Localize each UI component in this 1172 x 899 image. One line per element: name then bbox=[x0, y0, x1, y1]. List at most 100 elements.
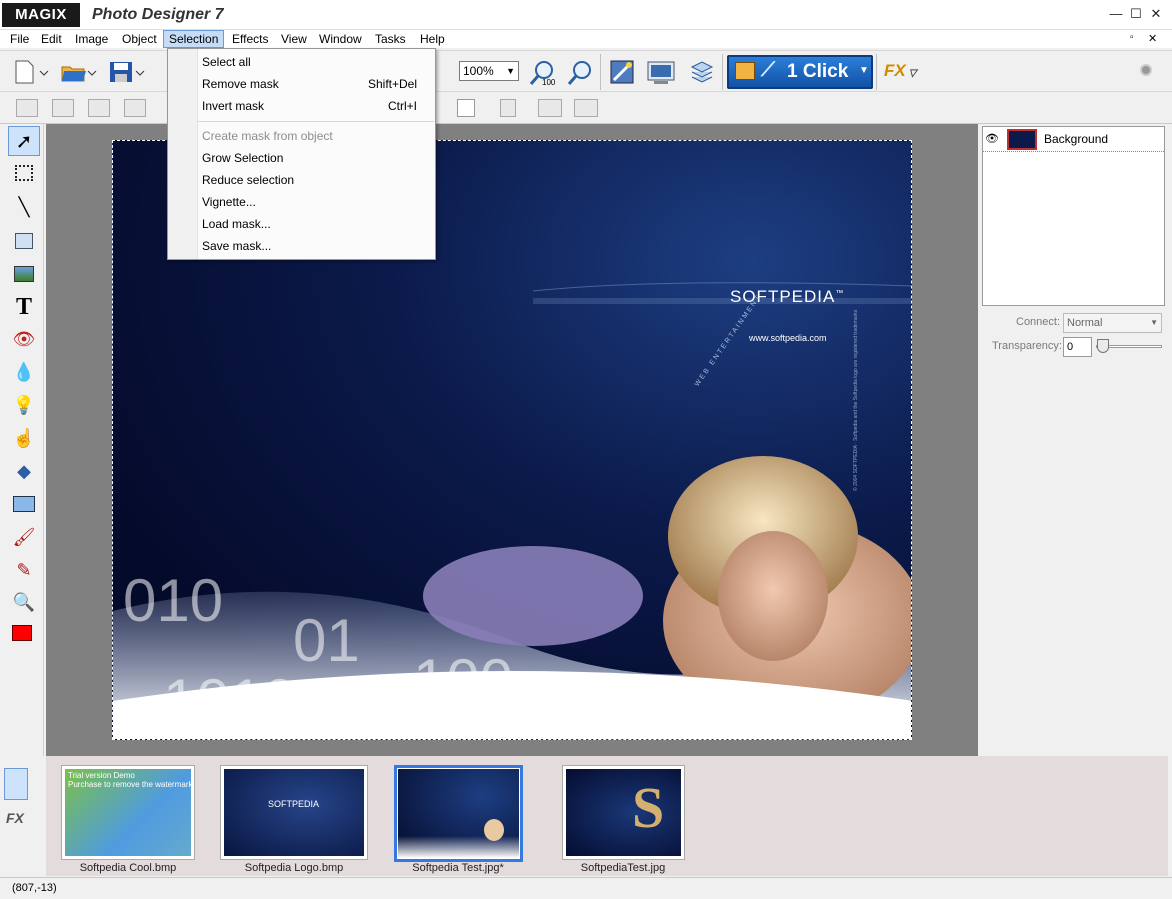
drop-tool[interactable]: 💧 bbox=[8, 357, 40, 387]
connect-label: Connect: bbox=[1016, 316, 1061, 328]
zoom-100-icon[interactable]: 100 bbox=[528, 59, 556, 87]
menu-view[interactable]: View bbox=[276, 30, 312, 48]
menu-item-reduce-selection[interactable]: Reduce selection bbox=[168, 169, 435, 191]
clone-tool[interactable] bbox=[8, 226, 40, 256]
toolbar-separator bbox=[600, 54, 601, 90]
object-tool-2-icon[interactable] bbox=[52, 99, 74, 117]
status-indicator-icon[interactable] bbox=[1140, 64, 1152, 76]
marquee-icon bbox=[15, 165, 33, 181]
magnifier-icon: 🔍 bbox=[12, 591, 36, 612]
menu-item-load-mask[interactable]: Load mask... bbox=[168, 213, 435, 235]
red-eye-tool[interactable]: 👁 bbox=[8, 324, 40, 354]
pointer-tool[interactable]: ➚ bbox=[8, 126, 40, 156]
maximize-button[interactable]: ☐ bbox=[1128, 6, 1144, 22]
menu-item-shortcut: Shift+Del bbox=[367, 77, 417, 91]
text-tool[interactable]: T bbox=[8, 292, 40, 322]
thumbnail-4[interactable]: S bbox=[562, 765, 685, 860]
menu-item-label: Save mask... bbox=[202, 239, 272, 253]
paint-bucket-icon: ◆ bbox=[17, 460, 31, 481]
light-tool[interactable]: 💡 bbox=[8, 390, 40, 420]
arrow-pointer-icon: ➚ bbox=[15, 130, 33, 153]
menu-item-invert-mask[interactable]: Invert mask Ctrl+I bbox=[168, 95, 435, 117]
monitor-icon[interactable] bbox=[646, 58, 676, 86]
send-backward-icon[interactable] bbox=[574, 99, 598, 117]
scan-wand-icon[interactable] bbox=[608, 58, 636, 86]
menu-item-label: Grow Selection bbox=[202, 151, 284, 165]
menu-effects[interactable]: Effects bbox=[227, 30, 273, 48]
fill-tool[interactable]: ◆ bbox=[8, 456, 40, 486]
layers-stack-icon[interactable] bbox=[688, 58, 716, 86]
transparency-slider-handle[interactable] bbox=[1097, 339, 1109, 353]
picture-icon bbox=[14, 266, 34, 282]
menu-edit[interactable]: Edit bbox=[36, 30, 67, 48]
eyedropper-tool[interactable]: ✎ bbox=[8, 555, 40, 585]
menu-tasks[interactable]: Tasks bbox=[370, 30, 411, 48]
clone-stamp-icon bbox=[15, 233, 33, 249]
selection-menu-dropdown: Select all Remove mask Shift+Del Invert … bbox=[167, 48, 436, 260]
object-tool-1-icon[interactable] bbox=[16, 99, 38, 117]
menu-item-label: Invert mask bbox=[202, 99, 265, 113]
thumbnail-3-figure bbox=[484, 819, 504, 841]
svg-text:100: 100 bbox=[542, 78, 556, 87]
thumbnail-3[interactable] bbox=[394, 765, 523, 862]
close-doc-button[interactable]: ✕ bbox=[1148, 32, 1157, 45]
finger-smudge-icon: ☝ bbox=[12, 427, 36, 448]
thumbnail-2-text: SOFTPEDIA bbox=[268, 799, 320, 809]
canvas-side-text: © 2004 SOFTPEDIA · Softpedia and the Sof… bbox=[853, 309, 859, 491]
lock-icon[interactable] bbox=[500, 99, 516, 117]
restore-doc-button[interactable]: ▫ bbox=[1130, 32, 1134, 43]
menu-item-label: Select all bbox=[202, 55, 251, 69]
fx-small-icon[interactable]: FX bbox=[6, 810, 24, 826]
selection-tool[interactable] bbox=[8, 158, 40, 188]
menu-file[interactable]: File bbox=[5, 30, 34, 48]
smudge-tool[interactable]: ☝ bbox=[8, 423, 40, 453]
close-button[interactable]: ✕ bbox=[1148, 6, 1164, 22]
object-tool-4-icon[interactable] bbox=[124, 99, 146, 117]
menu-item-select-all[interactable]: Select all bbox=[168, 51, 435, 73]
rectangle-tool[interactable] bbox=[8, 489, 40, 519]
object-tool-3-icon[interactable] bbox=[88, 99, 110, 117]
menu-image[interactable]: Image bbox=[70, 30, 113, 48]
open-folder-icon[interactable] bbox=[60, 59, 100, 85]
connect-value: Normal bbox=[1067, 317, 1103, 329]
menu-item-vignette[interactable]: Vignette... bbox=[168, 191, 435, 213]
visibility-eye-icon[interactable]: 👁 bbox=[985, 132, 999, 145]
zoom-select[interactable]: 100% ▼ bbox=[459, 61, 519, 81]
status-bar: (807,-13) bbox=[0, 877, 1172, 899]
connect-select[interactable]: Normal ▼ bbox=[1063, 313, 1162, 333]
layer-row[interactable]: 👁 Background bbox=[983, 127, 1164, 152]
menu-item-save-mask[interactable]: Save mask... bbox=[168, 235, 435, 257]
menu-item-remove-mask[interactable]: Remove mask Shift+Del bbox=[168, 73, 435, 95]
menu-help[interactable]: Help bbox=[415, 30, 450, 48]
menu-selection[interactable]: Selection bbox=[163, 30, 225, 48]
filmstrip-view-button[interactable] bbox=[4, 768, 28, 800]
menu-item-grow-selection[interactable]: Grow Selection bbox=[168, 147, 435, 169]
image-tool[interactable] bbox=[8, 259, 40, 289]
transparency-input[interactable]: 0 bbox=[1063, 337, 1092, 357]
menu-item-label: Load mask... bbox=[202, 217, 271, 231]
menu-item-label: Remove mask bbox=[202, 77, 279, 91]
menu-separator bbox=[198, 121, 434, 122]
cursor-coordinates: (807,-13) bbox=[12, 882, 57, 894]
new-file-icon[interactable] bbox=[12, 59, 52, 85]
menu-object[interactable]: Object bbox=[117, 30, 162, 48]
water-drop-icon: 💧 bbox=[12, 361, 36, 382]
line-tool[interactable]: ╲ bbox=[8, 192, 40, 222]
zoom-tool[interactable]: 🔍 bbox=[8, 587, 40, 617]
menu-item-create-mask-from-object: Create mask from object bbox=[168, 125, 435, 147]
svg-text:010: 010 bbox=[123, 567, 223, 634]
one-click-button[interactable]: ⟋ 1 Click ▼ bbox=[727, 55, 873, 89]
minimize-button[interactable]: — bbox=[1108, 6, 1124, 22]
object-tool-6-icon[interactable] bbox=[460, 99, 480, 117]
thumbnail-1[interactable]: Trial version Demo Purchase to remove th… bbox=[61, 765, 195, 860]
thumbnail-4-image: S bbox=[566, 769, 681, 856]
foreground-color-swatch[interactable] bbox=[12, 625, 32, 641]
bring-forward-icon[interactable] bbox=[538, 99, 562, 117]
thumbnail-2[interactable]: SOFTPEDIA bbox=[220, 765, 368, 860]
fx-button[interactable]: FX ▽ bbox=[884, 61, 916, 81]
layer-thumbnail bbox=[1007, 129, 1037, 150]
save-icon[interactable] bbox=[108, 59, 148, 85]
menu-window[interactable]: Window bbox=[314, 30, 367, 48]
brush-tool[interactable]: 🖌 bbox=[8, 522, 40, 552]
zoom-fit-icon[interactable] bbox=[566, 59, 594, 87]
